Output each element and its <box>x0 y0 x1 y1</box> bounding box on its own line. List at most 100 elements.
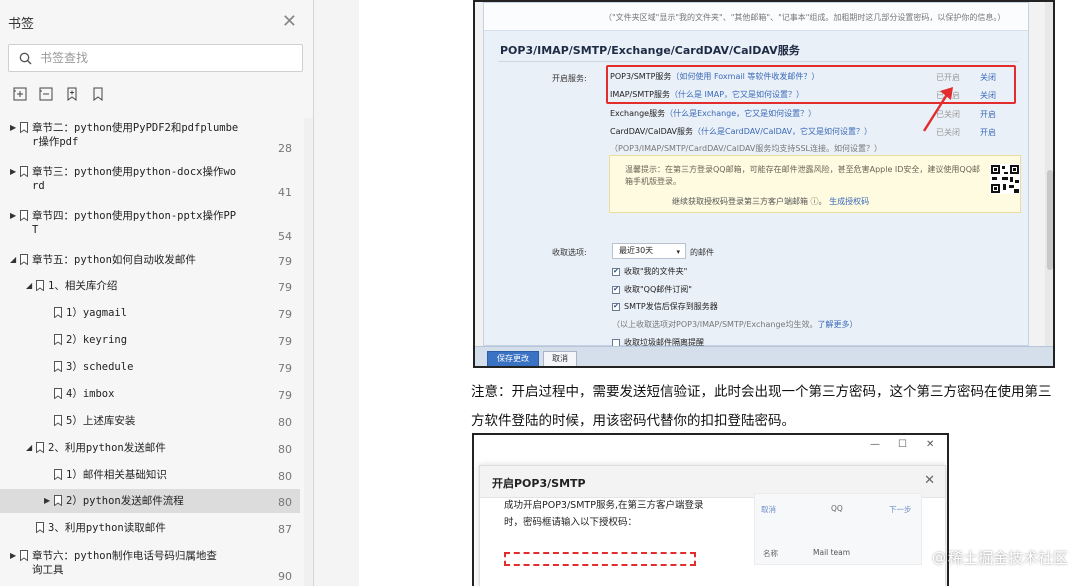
bookmark-page-number: 79 <box>278 335 292 348</box>
bookmark-page-number: 79 <box>278 362 292 375</box>
bookmark-item[interactable]: 1）邮件相关基础知识 80 <box>0 463 300 487</box>
bookmark-item[interactable]: 2）keyring 79 <box>0 328 300 352</box>
receive-range-select[interactable]: 最近30天 ▾ <box>612 243 686 259</box>
client-preview: 取消 QQ 下一步 名称 Mail team <box>754 493 922 565</box>
dropdown-arrow-icon: ▾ <box>676 248 680 256</box>
bookmark-page-number: 80 <box>278 496 292 509</box>
bookmark-item[interactable]: ▶ 章节六：python制作电话号码归属地查 询工具 90 <box>0 544 300 586</box>
bookmark-panel: 书签 ✕ ▶ 章节二：python使用PyPDF2和pdfplumbe r操作pd… <box>0 0 314 586</box>
bookmark-item[interactable]: ▶ 章节二：python使用PyPDF2和pdfplumbe r操作pdf 28 <box>0 118 300 158</box>
tip-text: 温馨提示：在第三方登录QQ邮箱，可能存在邮件泄露风险，甚至危害Apple ID安… <box>625 165 981 186</box>
close-icon[interactable]: ✕ <box>926 439 934 450</box>
bookmark-page-number: 79 <box>278 308 292 321</box>
bookmark-toolbar <box>12 86 106 102</box>
scrollbar-thumb[interactable] <box>1047 170 1053 270</box>
bookmark-label: 4）imbox <box>66 388 115 400</box>
bookmark-item[interactable]: 4）imbox 79 <box>0 382 300 406</box>
bookmark-page-number: 79 <box>278 255 292 268</box>
expanded-arrow-icon[interactable]: ◢ <box>26 443 32 452</box>
bookmark-item[interactable]: 1）yagmail 79 <box>0 301 300 325</box>
collapsed-arrow-icon[interactable]: ▶ <box>10 123 16 132</box>
generate-auth-code-link[interactable]: 生成授权码 <box>829 197 869 206</box>
bookmark-item[interactable]: ▶ 2）python发送邮件流程 80 <box>0 489 300 513</box>
maximize-icon[interactable]: ☐ <box>898 439 907 450</box>
bookmark-page-number: 80 <box>278 416 292 429</box>
expanded-arrow-icon[interactable]: ◢ <box>26 281 32 290</box>
bookmark-item[interactable]: ◢ 2、利用python发送邮件 80 <box>0 436 300 460</box>
bookmark-icon <box>54 469 62 480</box>
bookmark-label: 3）schedule <box>66 361 134 373</box>
bookmark-label: 章节五：python如何自动收发邮件 <box>32 254 196 266</box>
sidebar-scrollbar[interactable] <box>304 118 313 586</box>
bookmark-label: 章节六：python制作电话号码归属地查 询工具 <box>32 550 217 576</box>
bookmark-page-number: 87 <box>278 523 292 536</box>
bookmark-label: 2、利用python发送邮件 <box>48 442 166 454</box>
bookmark-icon <box>54 388 62 399</box>
bookmark-item[interactable]: 3）schedule 79 <box>0 355 300 379</box>
bookmark-icon <box>36 442 44 453</box>
watermark: @ 稀土掘金技术社区 <box>931 549 1068 567</box>
folder-note: （"文件夹区域"显示"我的文件夹"、"其他邮箱"、"记事本"组成。加粗期时这几部… <box>604 13 1006 22</box>
tip-link-row: 继续获取授权码登录第三方客户端邮箱 ⓘ。 生成授权码 <box>672 197 870 206</box>
bookmark-item[interactable]: ▶ 章节三：python使用python-docx操作wo rd 41 <box>0 160 300 202</box>
bookmark-icon <box>20 166 28 177</box>
expanded-arrow-icon[interactable]: ◢ <box>10 255 16 264</box>
bookmark-page-number: 41 <box>278 186 292 199</box>
service-row-exchange: Exchange服务（什么是Exchange，它又是如何设置？） <box>610 109 817 118</box>
close-icon[interactable]: ✕ <box>282 13 297 31</box>
exchange-open-link[interactable]: 开启 <box>980 109 996 120</box>
document-view[interactable]: （"文件夹区域"显示"我的文件夹"、"其他邮箱"、"记事本"组成。加粗期时这几部… <box>315 0 1080 586</box>
bookmark-label: 1）邮件相关基础知识 <box>66 469 167 481</box>
section-divider <box>498 61 1018 62</box>
bookmark-icon <box>20 550 28 561</box>
bookmark-item[interactable]: ▶ 章节四：python使用python-pptx操作PP T 54 <box>0 204 300 246</box>
bookmark-item[interactable]: 3、利用python读取邮件 87 <box>0 516 300 540</box>
enable-service-label: 开启服务: <box>552 74 587 83</box>
collapsed-arrow-icon[interactable]: ▶ <box>10 211 16 220</box>
checkbox-checked-icon: ✔ <box>612 285 620 294</box>
bookmark-page-number: 54 <box>278 230 292 243</box>
bookmark-item[interactable]: ◢ 章节五：python如何自动收发邮件 79 <box>0 248 300 272</box>
collapsed-arrow-icon[interactable]: ▶ <box>10 551 16 560</box>
dialog-title: 开启POP3/SMTP <box>492 477 586 490</box>
body-paragraph: 注意：开启过程中，需要发送短信验证，此时会出现一个第三方密码，这个第三方密码在使… <box>471 384 1052 429</box>
bookmark-page-number: 80 <box>278 443 292 456</box>
at-icon: @ <box>931 549 946 566</box>
bookmark-icon <box>54 361 62 372</box>
bookmark-item[interactable]: ◢ 1、相关库介绍 79 <box>0 274 300 298</box>
dialog-message: 成功开启POP3/SMTP服务,在第三方客户端登录时，密码框请输入以下授权码： <box>504 500 704 528</box>
collapse-all-icon[interactable] <box>38 86 54 102</box>
scope-note: （以上收取选项对POP3/IMAP/SMTP/Exchange均生效。了解更多） <box>612 320 858 329</box>
learn-more-link[interactable]: 了解更多） <box>817 320 857 329</box>
bookmark-page-number: 79 <box>278 389 292 402</box>
bookmark-icon <box>36 280 44 291</box>
check-qq-subscription[interactable]: ✔ 收取"QQ邮件订阅" <box>612 284 692 295</box>
bookmark-label: 2）keyring <box>66 334 128 346</box>
bookmark-search-box[interactable] <box>8 44 303 72</box>
search-icon <box>19 52 32 64</box>
check-my-folders[interactable]: ✔ 收取"我的文件夹" <box>612 266 687 277</box>
bookmark-item[interactable]: 5）上述库安装 80 <box>0 409 300 433</box>
collapsed-arrow-icon[interactable]: ▶ <box>10 167 16 176</box>
settings-scrollbar[interactable] <box>1045 2 1053 346</box>
collapsed-arrow-icon[interactable]: ▶ <box>44 496 50 505</box>
bookmark-icon <box>36 522 44 533</box>
expand-all-icon[interactable] <box>12 86 28 102</box>
bookmark-label: 1）yagmail <box>66 307 128 319</box>
check-smtp-save[interactable]: ✔ SMTP发信后保存到服务器 <box>612 301 718 312</box>
save-changes-button[interactable]: 保存更改 <box>487 351 539 366</box>
bookmark-icon <box>20 254 28 265</box>
add-bookmark-icon[interactable] <box>64 86 80 102</box>
bookmark-page-number: 28 <box>278 142 292 155</box>
bookmark-icon[interactable] <box>90 86 106 102</box>
dialog-close-icon[interactable]: ✕ <box>924 473 935 488</box>
qqmail-settings-screenshot: （"文件夹区域"显示"我的文件夹"、"其他邮箱"、"记事本"组成。加粗期时这几部… <box>473 0 1055 368</box>
caldav-open-link[interactable]: 开启 <box>980 127 996 138</box>
settings-footer: 保存更改 取消 <box>475 346 1053 366</box>
bookmark-search-input[interactable] <box>40 51 280 65</box>
bookmark-icon <box>20 122 28 133</box>
minimize-icon[interactable]: — <box>870 439 880 450</box>
checkbox-checked-icon: ✔ <box>612 267 620 276</box>
cancel-button[interactable]: 取消 <box>543 351 577 366</box>
bookmark-icon <box>54 334 62 345</box>
